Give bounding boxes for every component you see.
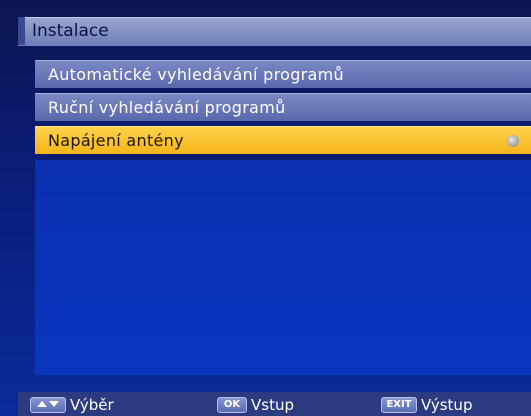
navigate-up-down-icon: [30, 397, 66, 413]
footer-select[interactable]: Výběr: [30, 395, 114, 415]
ok-key-icon: OK: [217, 397, 247, 413]
page-title: Instalace: [32, 21, 109, 41]
footer-enter-label: Vstup: [251, 396, 294, 414]
menu-item-manual-search[interactable]: Ruční vyhledávání programů: [35, 93, 531, 121]
empty-content-area: [35, 160, 531, 375]
header-accent: [18, 17, 25, 45]
footer-exit[interactable]: EXIT Výstup: [381, 395, 472, 415]
menu-item-antenna-power[interactable]: Napájení antény: [35, 126, 531, 154]
footer-select-label: Výběr: [70, 396, 114, 414]
submenu-arrow-icon: [507, 135, 519, 147]
footer-enter[interactable]: OK Vstup: [217, 395, 294, 415]
menu-item-label: Ruční vyhledávání programů: [48, 98, 286, 117]
tv-screen: Instalace Automatické vyhledávání progra…: [0, 0, 531, 416]
menu-item-label: Automatické vyhledávání programů: [48, 65, 344, 84]
install-menu: Automatické vyhledávání programů Ruční v…: [35, 60, 531, 159]
menu-item-auto-search[interactable]: Automatické vyhledávání programů: [35, 60, 531, 88]
footer-exit-label: Výstup: [421, 396, 473, 414]
exit-key-icon: EXIT: [381, 397, 417, 413]
menu-item-label: Napájení antény: [48, 131, 184, 150]
